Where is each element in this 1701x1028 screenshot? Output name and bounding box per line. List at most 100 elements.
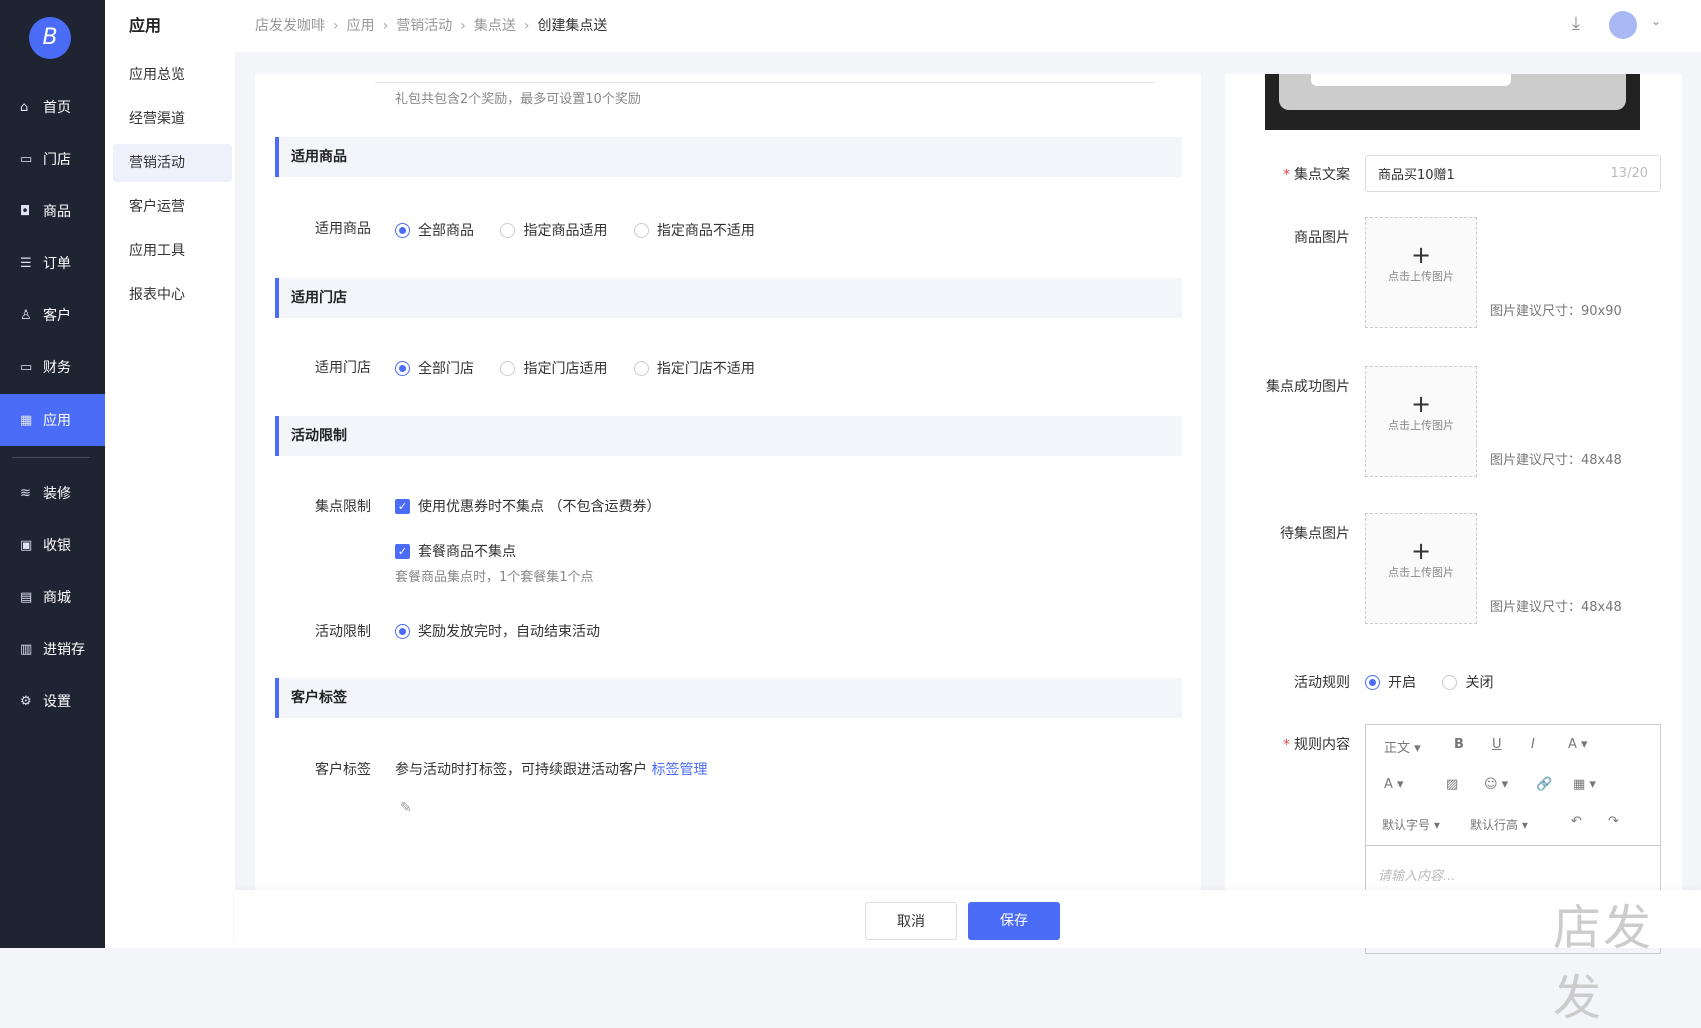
upload-box[interactable]: + 点击上传图片	[1365, 366, 1477, 477]
editor-placeholder[interactable]: 请输入内容...	[1378, 865, 1455, 884]
rule-label: 活动规则	[1294, 675, 1350, 691]
nav-item-0[interactable]: ⌂ 首页	[0, 81, 105, 133]
char-count: 13/20	[1610, 166, 1648, 181]
upload-label: 集点成功图片	[1266, 379, 1350, 395]
avatar[interactable]	[1609, 11, 1637, 39]
nav-item-11[interactable]: ⚙ 设置	[0, 675, 105, 727]
tag-manage-link[interactable]: 标签管理	[651, 762, 707, 778]
nav-label: 应用	[43, 413, 71, 429]
nav-item-2[interactable]: ◘ 商品	[0, 185, 105, 237]
nav-label: 客户	[43, 308, 71, 324]
radio-rule-on[interactable]: 开启	[1365, 672, 1416, 692]
undo-icon[interactable]: ↶	[1571, 814, 1582, 829]
section-goods: 适用商品	[275, 137, 1182, 177]
cashier-icon: ▣	[20, 537, 33, 553]
nav-label: 首页	[43, 100, 71, 116]
upload-text: 点击上传图片	[1388, 419, 1454, 432]
radio-specified-goods[interactable]: 指定商品适用	[500, 220, 607, 240]
checkbox-combo-no-points[interactable]: ✓ 套餐商品不集点	[395, 541, 516, 561]
nav-label: 进销存	[43, 642, 85, 658]
download-icon[interactable]: ⤓	[1572, 13, 1580, 34]
section-store: 适用门店	[275, 278, 1182, 318]
nav-item-6[interactable]: ▦ 应用	[0, 394, 105, 446]
upload-box[interactable]: + 点击上传图片	[1365, 513, 1477, 624]
image-icon[interactable]: ▨	[1446, 777, 1458, 792]
nav-item-8[interactable]: ▣ 收银	[0, 519, 105, 571]
upload-box[interactable]: + 点击上传图片	[1365, 217, 1477, 328]
home-icon: ⌂	[20, 99, 29, 115]
subnav-item[interactable]: 经营渠道	[113, 100, 232, 138]
nav-label: 商城	[43, 590, 71, 606]
nav-item-3[interactable]: ☰ 订单	[0, 237, 105, 289]
form-card: 礼包共包含2个奖励，最多可设置10个奖励 适用商品 适用商品 全部商品 指定商品…	[255, 74, 1201, 948]
radio-auto-end[interactable]: 奖励发放完时，自动结束活动	[395, 621, 600, 641]
edit-icon[interactable]: ✎	[400, 800, 412, 816]
store-label: 适用门店	[315, 360, 371, 376]
italic-icon[interactable]: I	[1531, 737, 1535, 752]
subnav-item[interactable]: 应用总览	[113, 56, 232, 94]
order-icon: ☰	[20, 255, 32, 271]
radio-all-goods[interactable]: 全部商品	[395, 220, 474, 240]
apps-icon: ▦	[20, 412, 33, 428]
redo-icon[interactable]: ↷	[1608, 814, 1619, 829]
breadcrumb-item[interactable]: 店发发咖啡	[255, 18, 325, 34]
bg-color-icon[interactable]: A ▾	[1384, 777, 1404, 792]
emoji-icon[interactable]: ☺ ▾	[1484, 777, 1508, 792]
goods-radio-group: 全部商品 指定商品适用 指定商品不适用	[395, 220, 777, 242]
font-size-dropdown[interactable]: 默认字号 ▾	[1382, 816, 1440, 833]
subnav-item[interactable]: 营销活动	[113, 144, 232, 182]
link-icon[interactable]: 🔗	[1536, 777, 1552, 792]
radio-excluded-stores[interactable]: 指定门店不适用	[633, 358, 755, 378]
nav-label: 设置	[43, 694, 71, 710]
subnav-item[interactable]: 客户运营	[113, 188, 232, 226]
radio-all-stores[interactable]: 全部门店	[395, 358, 474, 378]
nav-label: 订单	[43, 256, 71, 272]
radio-excluded-goods[interactable]: 指定商品不适用	[633, 220, 755, 240]
save-button[interactable]: 保存	[968, 902, 1060, 940]
cancel-button[interactable]: 取消	[865, 902, 957, 940]
bold-icon[interactable]: B	[1454, 737, 1464, 752]
radio-specified-stores[interactable]: 指定门店适用	[500, 358, 607, 378]
breadcrumb-item[interactable]: 营销活动	[396, 18, 452, 34]
gift-hint: 礼包共包含2个奖励，最多可设置10个奖励	[395, 92, 641, 107]
tag-text: 参与活动时打标签，可持续跟进活动客户	[395, 762, 647, 778]
underline-icon[interactable]: U	[1492, 737, 1502, 752]
nav-item-10[interactable]: ▥ 进销存	[0, 623, 105, 675]
subnav-item[interactable]: 报表中心	[113, 276, 232, 314]
plus-icon: +	[1410, 241, 1432, 269]
breadcrumb-item: 创建集点送	[537, 18, 608, 34]
radio-rule-off[interactable]: 关闭	[1442, 672, 1493, 692]
paragraph-dropdown[interactable]: 正文 ▾	[1384, 737, 1421, 756]
breadcrumb: 店发发咖啡 › 应用 › 营销活动 › 集点送 › 创建集点送	[255, 18, 608, 34]
nav-item-5[interactable]: ▭ 财务	[0, 341, 105, 393]
breadcrumb-item[interactable]: 应用	[347, 18, 375, 34]
footer-bar: 取消 保存	[235, 890, 1701, 948]
line-height-dropdown[interactable]: 默认行高 ▾	[1470, 816, 1528, 833]
breadcrumb-item[interactable]: 集点送	[474, 18, 516, 34]
nav-item-9[interactable]: ▤ 商城	[0, 571, 105, 623]
brand-logo[interactable]: B	[29, 17, 71, 59]
rule-radio-group: 开启 关闭	[1365, 672, 1515, 694]
size-hint: 图片建议尺寸：48x48	[1490, 600, 1622, 615]
top-header: 店发发咖啡 › 应用 › 营销活动 › 集点送 › 创建集点送 ⤓ ⌄	[235, 0, 1701, 52]
store-icon: ▭	[20, 151, 33, 167]
font-color-icon[interactable]: A ▾	[1568, 737, 1588, 752]
nav-item-4[interactable]: ♙ 客户	[0, 289, 105, 341]
preview-card: * 集点文案 商品买10赠1 13/20 商品图片 + 点击上传图片 图片建议尺寸：9…	[1225, 74, 1682, 954]
subnav-title: 应用	[129, 16, 162, 35]
subnav-item[interactable]: 应用工具	[113, 232, 232, 270]
nav-item-1[interactable]: ▭ 门店	[0, 133, 105, 185]
upload-text: 点击上传图片	[1388, 566, 1454, 579]
nav-item-7[interactable]: ≋ 装修	[0, 467, 105, 519]
card-icon: ▭	[20, 359, 33, 375]
table-icon[interactable]: ▦ ▾	[1573, 777, 1596, 792]
chevron-down-icon[interactable]: ⌄	[1651, 14, 1661, 28]
mall-icon: ▤	[20, 589, 33, 605]
size-hint: 图片建议尺寸：90x90	[1490, 304, 1622, 319]
checkbox-coupon-no-points[interactable]: ✓ 使用优惠券时不集点 （不包含运费券）	[395, 496, 660, 516]
content-label: * 规则内容	[1283, 737, 1350, 753]
copy-label: * 集点文案	[1283, 167, 1350, 183]
nav-label: 商品	[43, 204, 71, 220]
copy-input[interactable]: 商品买10赠1 13/20	[1365, 155, 1661, 192]
section-tag: 客户标签	[275, 678, 1182, 718]
